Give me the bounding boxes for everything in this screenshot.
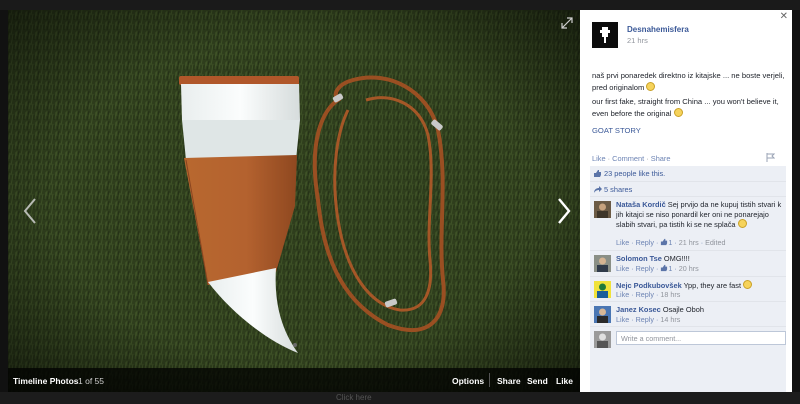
comment-like-link[interactable]: Like bbox=[616, 238, 629, 247]
comment-timestamp[interactable]: 21 hrs bbox=[679, 238, 699, 247]
comment-like-count[interactable]: 1 bbox=[668, 264, 672, 273]
post-side-panel: ✕ Desnahemisfera 21 hrs naš prvi ponared… bbox=[580, 10, 792, 392]
comment-text: OMG!!!! bbox=[663, 254, 690, 263]
comment-text: Osajle Oboh bbox=[662, 305, 704, 314]
post-text-slovene: naš prvi ponaredek direktno iz kitajske … bbox=[592, 71, 785, 92]
comment-input[interactable] bbox=[616, 331, 786, 345]
comment-like-link[interactable]: Like bbox=[616, 290, 629, 299]
share-button[interactable]: Share bbox=[497, 376, 521, 386]
comment-like-link[interactable]: Like bbox=[616, 264, 629, 273]
comment-body: Nejc Podkubovšek Ypp, they are fast bbox=[616, 280, 782, 291]
comment-author[interactable]: Janez Kosec bbox=[616, 305, 661, 314]
comment-body: Solomon Tse OMG!!!! bbox=[616, 254, 782, 264]
photo-theater: Timeline Photos 1 of 55 Options Share Se… bbox=[0, 0, 800, 404]
comment-item: Nejc Podkubovšek Ypp, they are fast Like… bbox=[590, 276, 786, 301]
comment-item: Solomon Tse OMG!!!! Like · Reply · 1 · 2… bbox=[590, 250, 786, 276]
separator-dot: · bbox=[644, 154, 651, 163]
chevron-left-icon[interactable] bbox=[20, 196, 40, 226]
avatar[interactable] bbox=[594, 201, 611, 218]
smile-emoji-icon bbox=[673, 108, 683, 117]
comment-like-count[interactable]: 1 bbox=[668, 238, 672, 247]
comment-like-link[interactable]: Like bbox=[616, 315, 629, 324]
comment-reply-link[interactable]: Reply bbox=[636, 315, 654, 324]
goat-story-link[interactable]: GOAT STORY bbox=[592, 126, 641, 135]
comment-reply-link[interactable]: Reply bbox=[636, 290, 654, 299]
chevron-right-icon[interactable] bbox=[554, 196, 574, 226]
send-button[interactable]: Send bbox=[527, 376, 548, 386]
comment-timestamp[interactable]: 14 hrs bbox=[660, 315, 680, 324]
expand-icon[interactable] bbox=[560, 16, 574, 30]
photo-action-bar: Timeline Photos 1 of 55 Options Share Se… bbox=[8, 368, 580, 392]
close-icon[interactable]: ✕ bbox=[780, 11, 788, 22]
shares-count-link[interactable]: 5 shares bbox=[604, 185, 632, 194]
comment-meta: Like · Reply · 1 · 20 hrs bbox=[616, 264, 699, 273]
likes-summary: 23 people like this. bbox=[590, 166, 786, 181]
avatar[interactable] bbox=[594, 255, 611, 272]
comment-reply-link[interactable]: Reply bbox=[636, 264, 654, 273]
feedback-box: 23 people like this. 5 shares Nataša Kor… bbox=[590, 166, 786, 392]
comment-meta: Like · Reply · 18 hrs bbox=[616, 290, 681, 299]
comment-reply-link[interactable]: Reply bbox=[636, 238, 654, 247]
smile-emoji-icon bbox=[737, 219, 747, 228]
like-button[interactable]: Like bbox=[556, 376, 573, 386]
page-name[interactable]: Desnahemisfera bbox=[627, 25, 689, 34]
comment-timestamp[interactable]: 20 hrs bbox=[679, 264, 699, 273]
post-like-link[interactable]: Like bbox=[592, 154, 606, 163]
comment-text: Ypp, they are fast bbox=[683, 281, 742, 290]
comment-item: Janez Kosec Osajle Oboh Like · Reply · 1… bbox=[590, 301, 786, 326]
flag-icon[interactable] bbox=[766, 153, 775, 162]
comment-meta: Like · Reply · 1 · 21 hrs · Edited bbox=[616, 238, 726, 247]
avatar[interactable] bbox=[594, 306, 611, 323]
comment-body: Nataša Kordič Sej prvijo da ne kupuj tis… bbox=[616, 200, 782, 230]
comment-author[interactable]: Nataša Kordič bbox=[616, 200, 666, 209]
likes-count-link[interactable]: 23 people like this. bbox=[604, 169, 665, 178]
thumbs-up-icon bbox=[594, 170, 601, 177]
photo-goat-horn-cup bbox=[8, 10, 580, 392]
photo-viewer[interactable]: Timeline Photos 1 of 55 Options Share Se… bbox=[8, 10, 580, 392]
comment-item: Nataša Kordič Sej prvijo da ne kupuj tis… bbox=[590, 196, 786, 250]
page-avatar[interactable] bbox=[592, 22, 618, 48]
avatar[interactable] bbox=[594, 281, 611, 298]
edited-label[interactable]: Edited bbox=[705, 238, 725, 247]
post-action-links: Like · Comment · Share bbox=[592, 154, 671, 163]
album-title[interactable]: Timeline Photos bbox=[13, 376, 79, 386]
write-comment-row bbox=[590, 326, 786, 350]
post-timestamp[interactable]: 21 hrs bbox=[627, 36, 648, 45]
comment-author[interactable]: Solomon Tse bbox=[616, 254, 662, 263]
post-comment-link[interactable]: Comment bbox=[612, 154, 644, 163]
comment-meta: Like · Reply · 14 hrs bbox=[616, 315, 681, 324]
smile-emoji-icon bbox=[646, 82, 656, 91]
footer-ghost-text: Click here bbox=[336, 393, 372, 402]
post-share-link[interactable]: Share bbox=[651, 154, 671, 163]
comment-timestamp[interactable]: 18 hrs bbox=[660, 290, 680, 299]
photo-counter: 1 of 55 bbox=[78, 376, 104, 386]
divider bbox=[489, 373, 490, 387]
comment-body: Janez Kosec Osajle Oboh bbox=[616, 305, 782, 315]
post-text-english: our first fake, straight from China ... … bbox=[592, 97, 779, 118]
share-arrow-icon bbox=[594, 186, 602, 193]
avatar bbox=[594, 331, 611, 348]
options-button[interactable]: Options bbox=[452, 376, 484, 386]
comment-author[interactable]: Nejc Podkubovšek bbox=[616, 281, 682, 290]
top-strip bbox=[0, 0, 800, 10]
smile-emoji-icon bbox=[743, 280, 753, 289]
bottom-strip: Click here bbox=[0, 392, 800, 404]
shares-summary: 5 shares bbox=[590, 181, 786, 196]
